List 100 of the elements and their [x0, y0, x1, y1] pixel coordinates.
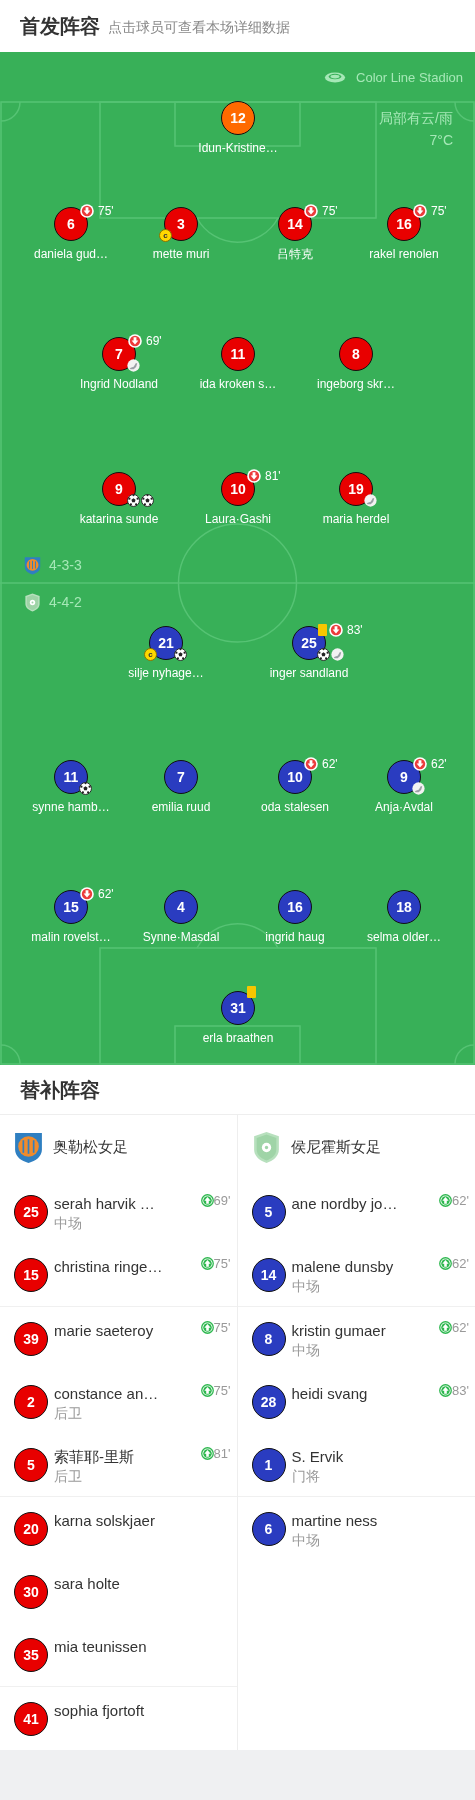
sub-out-icon: [329, 623, 343, 637]
player-name[interactable]: inger sandland: [269, 664, 349, 682]
player-name[interactable]: silje nyhage…: [128, 664, 204, 682]
section-title: 替补阵容: [20, 1077, 100, 1103]
sub-in-icon: [200, 1194, 214, 1208]
player-name[interactable]: sara holte: [54, 1575, 120, 1593]
player-number[interactable]: 8: [251, 1322, 286, 1356]
substitution-minute: 75': [213, 1255, 231, 1273]
player-name[interactable]: karna solskjaer: [54, 1512, 155, 1530]
player-name[interactable]: malene dunsby: [291, 1258, 394, 1276]
player-number[interactable]: 18: [387, 890, 421, 924]
player-number[interactable]: 7: [164, 760, 198, 794]
substitution-minute: 69': [213, 1192, 231, 1210]
player-name[interactable]: 吕特克: [277, 245, 313, 263]
player-name[interactable]: martine ness: [291, 1512, 378, 1530]
player-position: 门将: [291, 1467, 321, 1486]
player-name[interactable]: maria herdel: [322, 510, 390, 528]
player-number[interactable]: 1: [251, 1448, 286, 1482]
player-number[interactable]: 16: [387, 207, 421, 241]
sub-in-icon: [200, 1384, 214, 1398]
player-name[interactable]: rakel renolen: [369, 245, 439, 263]
player-number[interactable]: 6: [54, 207, 88, 241]
player-name[interactable]: ingrid haug: [265, 928, 325, 946]
player-number[interactable]: 30: [14, 1575, 48, 1609]
player-number[interactable]: 16: [278, 890, 312, 924]
player-name[interactable]: selma older…: [367, 928, 441, 946]
shield-icon: [251, 1131, 281, 1164]
player-number[interactable]: 6: [251, 1512, 286, 1546]
player-number[interactable]: 12: [221, 101, 255, 135]
player-number[interactable]: 4: [164, 890, 198, 924]
substitution-minute: 75': [213, 1382, 231, 1400]
player-number[interactable]: 14: [251, 1258, 286, 1292]
substitution-minute: 75': [431, 203, 447, 220]
player-name[interactable]: 索菲耶-里斯: [54, 1448, 134, 1466]
player-number[interactable]: 31: [221, 991, 255, 1025]
player-number[interactable]: 2: [14, 1385, 48, 1419]
player-name[interactable]: Synne·Masdal: [142, 928, 220, 946]
goal-ball-icon: [141, 494, 154, 507]
sub-out-icon: [128, 334, 142, 348]
player-name[interactable]: synne hamb…: [32, 798, 110, 816]
sub-in-icon: [200, 1321, 214, 1335]
section-subtitle: 点击球员可查看本场详细数据: [108, 17, 290, 37]
player-number[interactable]: 35: [14, 1638, 48, 1672]
substitution-minute: 62': [452, 1255, 469, 1273]
player-number[interactable]: 10: [221, 472, 255, 506]
player-position: 中场: [291, 1531, 321, 1550]
player-name[interactable]: marie saeteroy: [54, 1322, 154, 1340]
player-number[interactable]: 5: [251, 1195, 286, 1229]
player-name[interactable]: Idun-Kristine…: [198, 139, 278, 157]
player-name[interactable]: ingeborg skr…: [316, 375, 395, 393]
substitution-minute: 75': [98, 203, 114, 220]
substitution-minute: 75': [213, 1319, 231, 1337]
player-number[interactable]: 25: [14, 1195, 48, 1229]
player-name[interactable]: heidi svang: [291, 1385, 368, 1403]
sub-out-icon: [304, 757, 318, 771]
player-name[interactable]: Laura·Gashi: [204, 510, 271, 528]
player-number[interactable]: 8: [339, 337, 373, 371]
player-number[interactable]: 28: [251, 1385, 286, 1419]
player-name[interactable]: ida kroken s…: [199, 375, 277, 393]
player-number[interactable]: 15: [54, 890, 88, 924]
player-number[interactable]: 14: [278, 207, 312, 241]
player-name[interactable]: mia teunissen: [54, 1638, 147, 1656]
player-name[interactable]: mette muri: [152, 245, 210, 263]
player-name[interactable]: christina ringe…: [54, 1258, 163, 1276]
player-number[interactable]: 5: [14, 1448, 48, 1482]
player-position: 中场: [291, 1277, 321, 1296]
substitution-minute: 75': [322, 203, 338, 220]
player-name[interactable]: emilia ruud: [151, 798, 211, 816]
player-name[interactable]: Ingrid Nodland: [79, 375, 159, 393]
player-number[interactable]: 15: [14, 1258, 48, 1292]
assist-boot-icon: [127, 359, 140, 372]
player-number[interactable]: 39: [14, 1322, 48, 1356]
player-number[interactable]: 41: [14, 1702, 48, 1736]
player-name[interactable]: serah harvik …: [54, 1195, 155, 1213]
player-number[interactable]: 11: [221, 337, 255, 371]
player-name[interactable]: constance an…: [54, 1385, 159, 1403]
player-name[interactable]: oda stalesen: [260, 798, 330, 816]
sub-in-icon: [439, 1257, 453, 1271]
player-name[interactable]: malin rovelst…: [31, 928, 111, 946]
player-number[interactable]: 10: [278, 760, 312, 794]
sub-in-icon: [439, 1384, 453, 1398]
player-number[interactable]: 20: [14, 1512, 48, 1546]
player-name[interactable]: S. Ervik: [291, 1448, 344, 1466]
captain-badge: c: [144, 648, 157, 661]
player-name[interactable]: Anja·Avdal: [375, 798, 433, 816]
assist-boot-icon: [331, 648, 344, 661]
substitution-minute: 83': [347, 622, 363, 639]
player-number[interactable]: 11: [54, 760, 88, 794]
player-name[interactable]: kristin gumaer: [291, 1322, 386, 1340]
player-position: 后卫: [54, 1467, 83, 1486]
player-name[interactable]: sophia fjortoft: [54, 1702, 145, 1720]
team-crest-icon: [24, 556, 41, 575]
substitution-minute: 81': [265, 468, 281, 485]
player-name[interactable]: daniela gud…: [33, 245, 109, 263]
player-name[interactable]: katarina sunde: [79, 510, 159, 528]
player-number[interactable]: 19: [339, 472, 373, 506]
sub-out-icon: [304, 204, 318, 218]
player-name[interactable]: ane nordby jo…: [291, 1195, 398, 1213]
player-number[interactable]: 9: [102, 472, 136, 506]
temperature: 7°C: [429, 131, 453, 150]
